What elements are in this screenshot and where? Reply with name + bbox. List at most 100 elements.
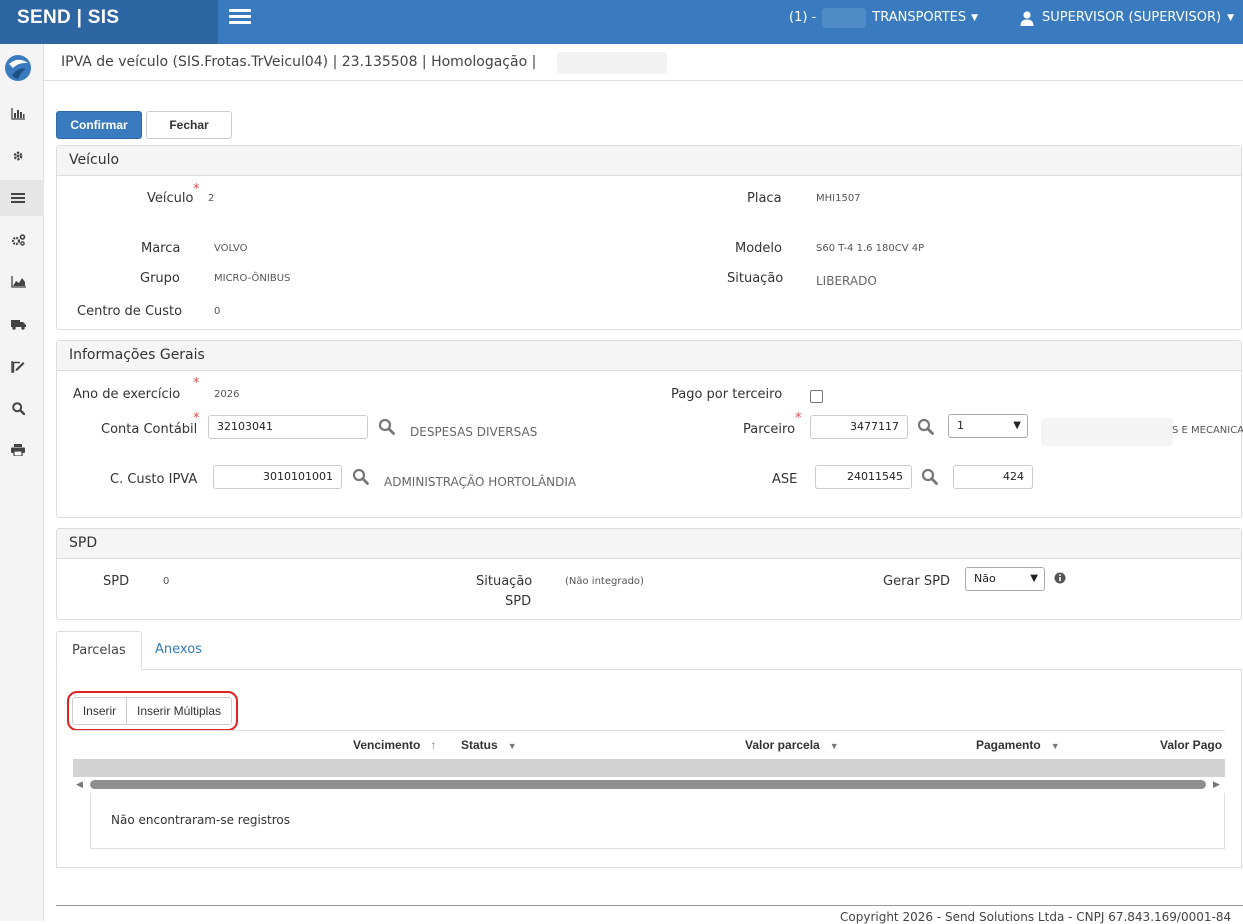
truck-icon	[10, 319, 26, 330]
grid-empty-message: Não encontraram-se registros	[90, 793, 1225, 849]
search-icon[interactable]	[921, 468, 939, 486]
model-value: S60 T-4 1.6 180CV 4P	[816, 243, 925, 254]
general-info-heading: Informações Gerais	[57, 341, 1241, 371]
user-dropdown[interactable]: SUPERVISOR (SUPERVISOR) ▼	[1020, 0, 1234, 36]
company-prefix: (1) -	[789, 10, 817, 25]
brand-value: VOLVO	[214, 243, 248, 254]
sidebar-item-settings[interactable]	[0, 138, 44, 174]
close-button[interactable]: Fechar	[146, 111, 232, 139]
cost-center-value: 0	[214, 306, 221, 317]
search-icon[interactable]	[378, 418, 396, 436]
title-redacted	[557, 52, 667, 74]
status-value: LIBERADO	[816, 274, 877, 288]
sidebar-item-reports[interactable]	[0, 264, 44, 300]
paid-by-third-label: Pago por terceiro	[671, 387, 783, 402]
company-name: TRANSPORTES	[872, 10, 967, 25]
plate-value: MHI1507	[816, 193, 861, 204]
tab-anexos[interactable]: Anexos	[140, 631, 217, 670]
ase-extra-input[interactable]: 424	[953, 465, 1033, 489]
vehicle-label: Veículo	[147, 191, 194, 206]
confirm-button[interactable]: Confirmar	[56, 111, 142, 139]
printer-icon	[11, 444, 25, 456]
spd-label: SPD	[103, 574, 130, 589]
ipva-cost-center-label: C. Custo IPVA	[110, 472, 198, 487]
list-icon	[11, 193, 25, 203]
cost-center-label: Centro de Custo	[77, 304, 183, 319]
account-input[interactable]: 32103041	[208, 415, 368, 439]
search-icon[interactable]	[917, 418, 935, 436]
paid-by-third-checkbox[interactable]	[810, 390, 823, 403]
scroll-right-icon[interactable]: ▶	[1213, 777, 1220, 793]
required-marker: *	[193, 376, 200, 391]
footer-copyright: Copyright 2026 - Send Solutions Ltda - C…	[840, 910, 1232, 924]
sidebar-item-print[interactable]	[0, 432, 44, 468]
sidebar-item-fleet[interactable]	[0, 306, 44, 342]
spd-value: 0	[163, 576, 170, 587]
spd-heading: SPD	[57, 529, 1241, 559]
info-icon[interactable]	[1054, 572, 1066, 584]
area-chart-icon	[10, 276, 26, 288]
column-header-vencimento[interactable]: Vencimento ↑	[353, 731, 436, 759]
sidebar-item-config[interactable]	[0, 222, 44, 258]
top-navbar: SEND | SIS (1) - TRANSPORTES ▼ SUPERVISO…	[0, 0, 1243, 44]
user-icon	[1020, 10, 1034, 26]
fiscal-year-label: Ano de exercício	[73, 387, 181, 402]
footer-divider	[56, 905, 1243, 906]
spd-status-label: Situação	[476, 574, 533, 589]
model-label: Modelo	[735, 241, 782, 256]
partner-input[interactable]: 3477117	[810, 415, 908, 439]
highlight-annotation	[67, 691, 238, 731]
chevron-down-icon: ▼	[1030, 573, 1038, 584]
sidebar-item-search[interactable]	[0, 390, 44, 426]
brand-label: Marca	[141, 241, 181, 256]
fiscal-year-value: 2026	[214, 389, 240, 400]
tab-parcelas[interactable]: Parcelas	[56, 631, 142, 670]
column-header-valor-pago[interactable]: Valor Pago	[1160, 731, 1222, 759]
page-header: IPVA de veículo (SIS.Frotas.TrVeicul04) …	[44, 44, 1243, 81]
caret-down-icon: ▼	[971, 13, 979, 23]
ase-input[interactable]: 24011545	[815, 465, 912, 489]
partner-select[interactable]: 1 ▼	[948, 414, 1028, 438]
search-icon	[11, 401, 25, 415]
horizontal-scrollbar[interactable]: ◀ ▶	[73, 777, 1225, 793]
page-title: IPVA de veículo (SIS.Frotas.TrVeicul04) …	[61, 54, 537, 70]
gear-icon	[13, 151, 23, 161]
caret-down-icon: ▼	[829, 741, 839, 751]
account-description: DESPESAS DIVERSAS	[410, 425, 538, 439]
column-header-status[interactable]: Status ▼	[461, 731, 517, 760]
sidebar	[0, 44, 44, 921]
partner-select-value: 1	[957, 419, 964, 432]
scroll-left-icon[interactable]: ◀	[76, 777, 83, 793]
generate-spd-select[interactable]: Não ▼	[965, 567, 1045, 591]
brand-logo[interactable]: SEND | SIS	[0, 0, 218, 44]
search-icon[interactable]	[352, 468, 370, 486]
required-marker: *	[193, 411, 200, 426]
grid-filter-row	[73, 759, 1225, 777]
app-logo-icon[interactable]	[4, 54, 32, 82]
status-label: Situação	[727, 271, 784, 286]
empty-records-text: Não encontraram-se registros	[111, 813, 290, 827]
ipva-cost-center-input[interactable]: 3010101001	[213, 465, 342, 489]
column-header-pagamento[interactable]: Pagamento ▼	[976, 731, 1060, 760]
sidebar-item-dashboard[interactable]	[0, 96, 44, 132]
sidebar-item-edit[interactable]	[0, 348, 44, 384]
vehicle-panel: Veículo	[56, 145, 1242, 330]
partner-description: S E MECANICA L	[1172, 425, 1243, 436]
column-header-valor-parcela[interactable]: Valor parcela ▼	[745, 731, 839, 760]
generate-spd-value: Não	[974, 572, 996, 585]
caret-down-icon: ▼	[1227, 13, 1234, 23]
chevron-down-icon: ▼	[1013, 420, 1021, 431]
bar-chart-icon	[11, 108, 25, 120]
hamburger-menu-icon[interactable]	[229, 9, 251, 25]
sidebar-item-list[interactable]	[0, 180, 44, 216]
sort-arrow-up-icon: ↑	[430, 738, 437, 752]
partner-label: Parceiro	[743, 422, 796, 437]
caret-down-icon: ▼	[507, 741, 517, 751]
group-value: MICRO-ÔNIBUS	[214, 273, 291, 284]
required-marker: *	[193, 182, 200, 197]
edit-icon	[11, 360, 25, 373]
company-dropdown[interactable]: (1) - TRANSPORTES ▼	[789, 0, 978, 36]
spd-status-label-2: SPD	[505, 594, 532, 609]
gears-icon	[11, 234, 25, 246]
scrollbar-thumb[interactable]	[90, 780, 1206, 789]
